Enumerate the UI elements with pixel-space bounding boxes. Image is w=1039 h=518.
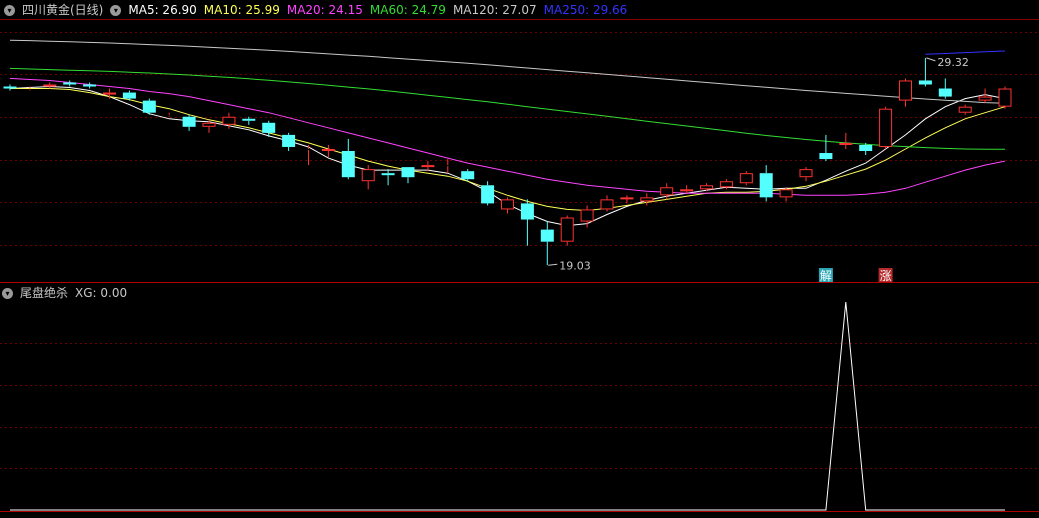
candle-body — [700, 185, 713, 190]
candle — [998, 86, 1012, 109]
candle — [918, 57, 932, 87]
price-annotation-label: 29.32 — [937, 56, 969, 69]
ma60-line — [9, 67, 1005, 150]
candle-body — [421, 165, 435, 168]
candle-body — [182, 116, 196, 127]
candle — [3, 84, 17, 91]
candle — [680, 185, 694, 194]
candle — [341, 138, 355, 180]
signal-marker-label: 解 — [820, 269, 832, 283]
candle-body — [779, 189, 793, 198]
candle-body — [560, 217, 574, 242]
price-annotation-low: 19.03 — [548, 259, 591, 272]
chart-grid — [0, 19, 1039, 512]
candle-body — [938, 88, 952, 97]
candle-body — [142, 100, 156, 113]
candle-body — [879, 108, 893, 147]
candle-body — [282, 134, 296, 147]
candle-body — [540, 229, 554, 242]
candle-body — [918, 80, 932, 85]
candle-body — [958, 106, 972, 113]
candle-body — [461, 171, 475, 180]
candle-body — [819, 153, 833, 160]
candle-body — [640, 197, 654, 202]
candle — [779, 187, 793, 202]
candle-body — [43, 84, 57, 87]
ma10-line — [10, 88, 1006, 212]
price-annotation-high: 29.32 — [926, 56, 969, 69]
candle — [83, 82, 97, 89]
candle — [43, 82, 57, 89]
candle-body — [83, 84, 97, 87]
candle — [142, 98, 156, 115]
candle — [401, 167, 415, 184]
candle — [381, 169, 395, 186]
candle — [759, 165, 773, 202]
xg-signal-line — [10, 301, 1005, 511]
candle-body — [401, 167, 415, 178]
candle-body — [739, 173, 753, 184]
candle-body — [759, 173, 773, 198]
candle-body — [859, 144, 873, 151]
candle-body — [103, 92, 116, 95]
candle — [600, 195, 614, 212]
candle-body — [202, 122, 216, 127]
candle — [739, 171, 753, 186]
sub-indicator-plot — [10, 301, 1005, 511]
candle-body — [998, 88, 1012, 107]
candle-body — [520, 203, 534, 220]
candle-body — [680, 189, 694, 192]
candle — [282, 132, 296, 151]
candle-body — [501, 199, 514, 210]
candle-body — [242, 118, 256, 121]
candle — [540, 221, 554, 266]
candle-body — [660, 187, 674, 196]
candle-body — [620, 197, 634, 200]
candle — [182, 114, 196, 131]
signal-marker: 涨 — [878, 268, 893, 283]
candle — [839, 132, 853, 149]
candle-body — [122, 92, 136, 99]
candle — [520, 199, 534, 246]
candle — [958, 104, 972, 115]
candle-body — [839, 142, 853, 145]
candlestick-series — [3, 57, 1012, 266]
candle — [799, 167, 813, 182]
candle-body — [978, 96, 992, 101]
candle — [242, 116, 256, 125]
kline-chart-canvas[interactable]: 29.3219.03 解涨 — [0, 0, 1039, 518]
candle — [879, 106, 893, 149]
candle — [481, 181, 495, 206]
candle-body — [719, 181, 733, 188]
candle-body — [580, 209, 594, 222]
candle — [819, 134, 833, 162]
candle — [899, 78, 912, 107]
candle-body — [341, 151, 355, 178]
candle — [938, 78, 952, 99]
candle-body — [799, 169, 813, 178]
signal-markers: 解涨 — [818, 268, 893, 283]
candle-body — [262, 122, 276, 133]
ma120-line — [9, 39, 1006, 104]
candle-body — [63, 82, 77, 85]
candle-body — [600, 199, 614, 210]
candle — [640, 193, 654, 206]
signal-marker: 解 — [818, 268, 833, 283]
candle-body — [481, 185, 495, 204]
candle-body — [321, 148, 335, 152]
candle-body — [361, 169, 375, 182]
ma250-line — [925, 50, 1006, 55]
candle-body — [222, 116, 236, 125]
candle — [560, 215, 574, 246]
ma20-line — [9, 77, 1006, 196]
candle-body — [899, 80, 912, 101]
price-annotation-label: 19.03 — [559, 259, 591, 272]
signal-marker-label: 涨 — [880, 268, 892, 283]
candle-body — [381, 173, 395, 176]
candle-body — [3, 86, 17, 89]
candle — [63, 80, 77, 87]
candle — [501, 197, 514, 214]
